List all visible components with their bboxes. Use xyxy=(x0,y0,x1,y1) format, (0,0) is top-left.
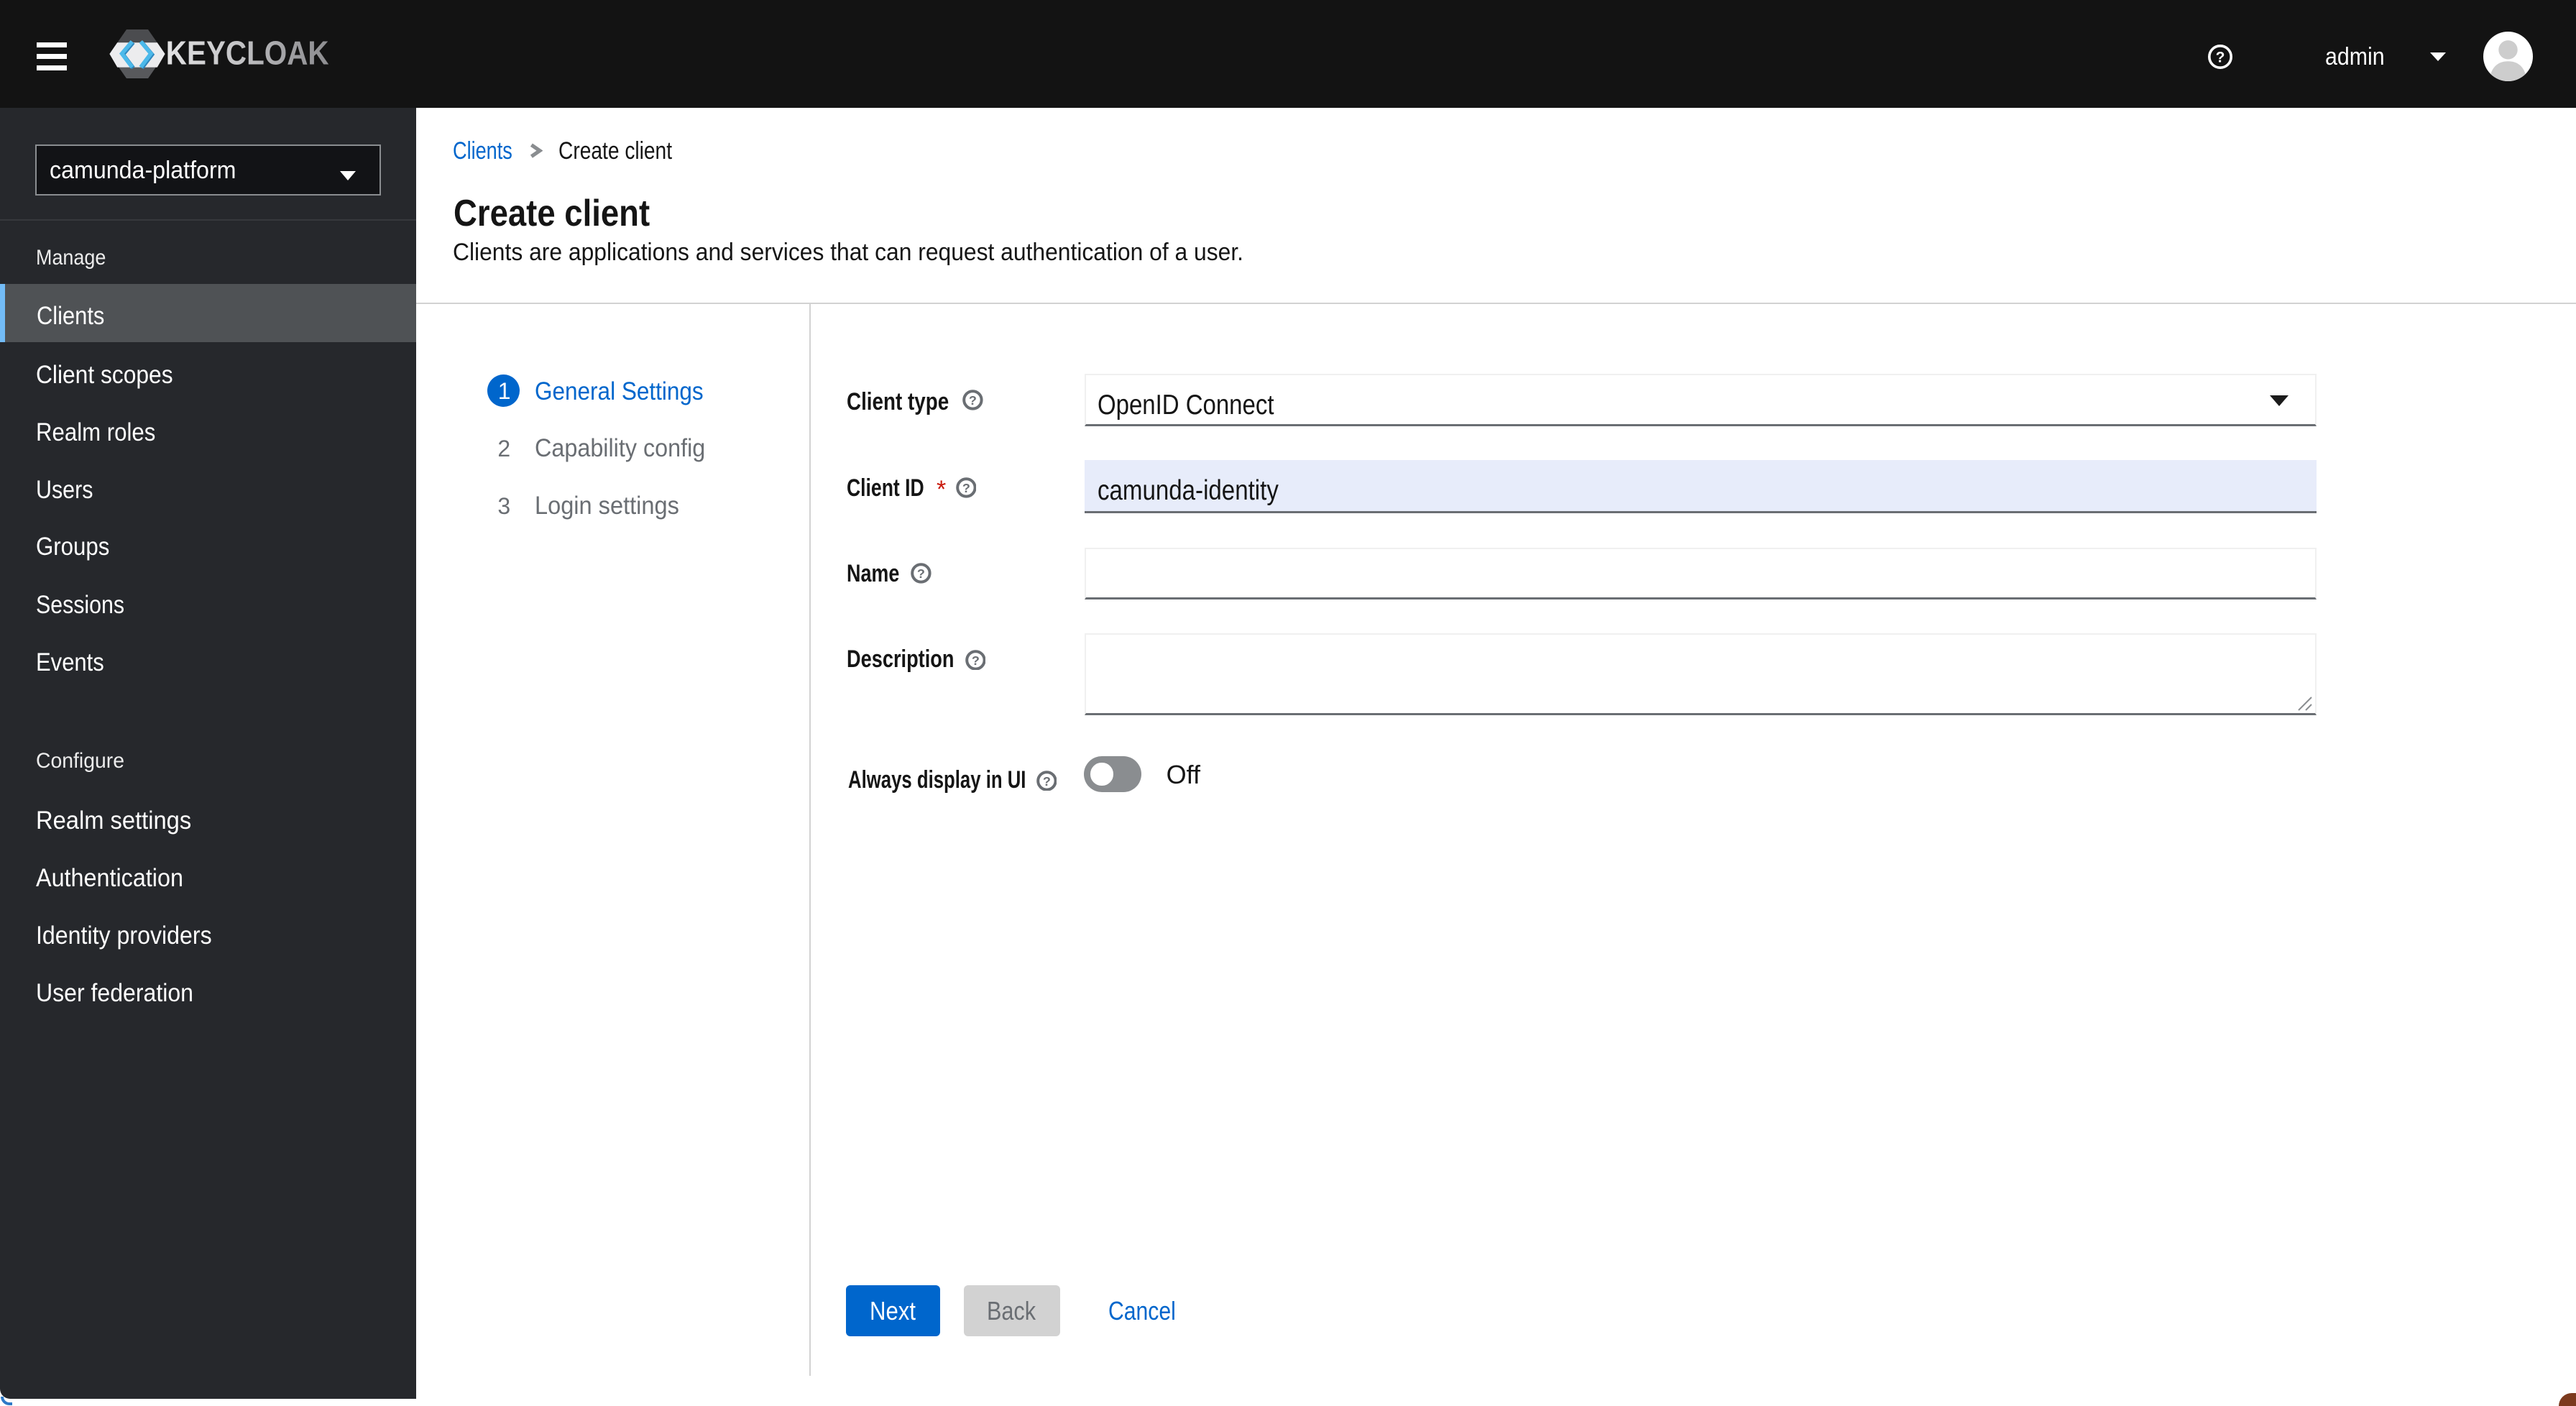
svg-text:?: ? xyxy=(969,393,977,408)
svg-text:?: ? xyxy=(917,566,925,581)
svg-text:?: ? xyxy=(971,653,979,667)
svg-text:?: ? xyxy=(962,481,970,495)
svg-text:?: ? xyxy=(2216,49,2225,65)
svg-text:?: ? xyxy=(1042,773,1050,788)
svg-text:KEYCLOAK: KEYCLOAK xyxy=(166,35,329,72)
